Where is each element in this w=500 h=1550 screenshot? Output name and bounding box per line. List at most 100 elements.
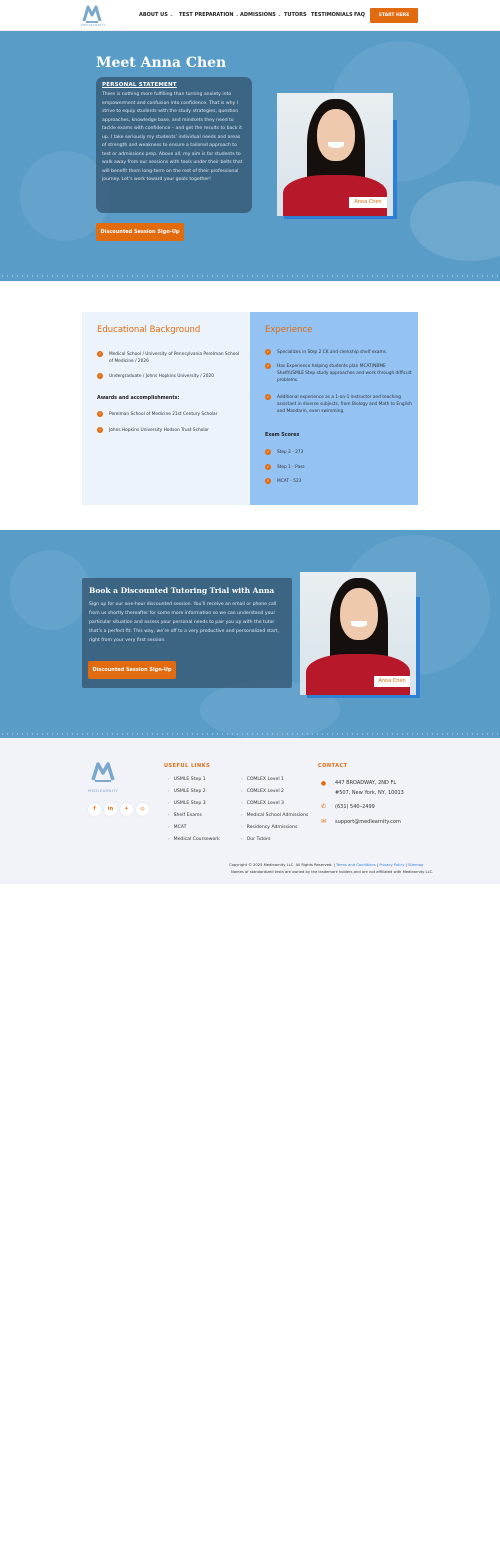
useful-links-heading: USEFUL LINKS — [164, 763, 211, 769]
education-item: Medical School / University of Pennsylva… — [109, 352, 240, 364]
nav-admissions[interactable]: ADMISSIONS ⌄ — [240, 12, 281, 18]
check-icon: ✓ — [97, 351, 103, 357]
background-decoration — [410, 181, 500, 261]
photo-face — [317, 109, 355, 161]
tutor-name-tag: Anna Chen — [349, 197, 387, 208]
link-label: Our Tutors — [246, 837, 271, 842]
footer-link[interactable]: › Residency Admissions — [241, 824, 297, 830]
copyright-line: Copyright © 2025 Medlearnity LLC. All Ri… — [229, 863, 424, 867]
footer-logo-text: MEDLEARNITY — [88, 788, 119, 793]
terms-link[interactable]: Terms and Conditions — [336, 863, 376, 867]
footer-link[interactable]: › Medical School Admissions — [241, 812, 308, 818]
experience-item: Specializes in Step 2 CK and clerkship s… — [277, 350, 388, 355]
link-label: Shelf Exams — [173, 813, 202, 818]
education-item: Undergraduate / Johns Hopkins University… — [109, 374, 214, 379]
address: 447 BROADWAY, 2ND FL #507, New York, NY,… — [335, 778, 404, 798]
chevron-right-icon: › — [241, 800, 243, 805]
check-icon: ✓ — [265, 449, 271, 455]
photo-smile — [328, 142, 344, 148]
check-icon: ✓ — [265, 464, 271, 470]
footer-link[interactable]: › Medical Coursework — [168, 836, 220, 842]
phone-icon: ✆ — [320, 803, 327, 810]
nav-tutors[interactable]: TUTORS — [284, 12, 307, 18]
nav-label: ABOUT US — [139, 12, 168, 18]
footer-link[interactable]: › COMLEX Level 3 — [241, 800, 284, 806]
link-label: MCAT — [173, 825, 187, 830]
footer-link[interactable]: › COMLEX Level 1 — [241, 776, 284, 782]
contact-heading: CONTACT — [318, 763, 348, 769]
photo-shirt — [283, 175, 387, 216]
photo-smile — [351, 621, 367, 627]
linkedin-icon[interactable]: in — [104, 803, 117, 816]
footer-link[interactable]: › USMLE Step 3 — [168, 800, 206, 806]
photo-face — [340, 588, 378, 640]
photo-shirt — [306, 654, 410, 695]
experience-panel: Experience ✓ Specializes in Step 2 CK an… — [250, 312, 418, 505]
check-icon: ✓ — [97, 411, 103, 417]
facebook-icon[interactable]: f — [88, 803, 101, 816]
privacy-link[interactable]: Privacy Policy — [379, 863, 404, 867]
footer-link[interactable]: › COMLEX Level 2 — [241, 788, 284, 794]
link-label: COMLEX Level 2 — [246, 789, 284, 794]
chevron-down-icon: ⌄ — [235, 12, 239, 17]
footer-link[interactable]: › Our Tutors — [241, 836, 270, 842]
chevron-right-icon: › — [241, 812, 243, 817]
check-icon: ✓ — [265, 349, 271, 355]
link-label: Medical School Admissions — [246, 813, 309, 818]
personal-statement-label: PERSONAL STATEMENT — [102, 82, 177, 88]
discounted-session-signup-button[interactable]: Discounted Session Sign-Up — [96, 223, 184, 241]
medlearnity-logo-icon[interactable] — [90, 760, 116, 784]
chevron-right-icon: › — [168, 824, 170, 829]
exam-scores-heading: Exam Scores — [265, 433, 300, 438]
check-icon: ✓ — [97, 427, 103, 433]
footer-link[interactable]: › USMLE Step 1 — [168, 776, 206, 782]
link-label: Residency Admissions — [246, 825, 298, 830]
copyright-text: Copyright © 2025 Medlearnity LLC. All Ri… — [229, 863, 335, 867]
site-header: MEDLEARNITY ABOUT US ⌄ TEST PREPARATION ⌄ … — [0, 0, 500, 31]
email-icon: ✉ — [320, 818, 327, 825]
education-panel: Educational Background ✓ Medical School … — [82, 312, 250, 505]
start-here-button[interactable]: START HERE — [370, 8, 418, 23]
dotted-divider — [0, 274, 500, 278]
award-item: Perelman School of Medicine 21st Century… — [109, 412, 218, 417]
discounted-session-signup-button-2[interactable]: Discounted Session Sign-Up — [88, 661, 176, 679]
chevron-right-icon: › — [168, 812, 170, 817]
tutor-name-tag: Anna Chen — [374, 676, 410, 687]
nav-about-us[interactable]: ABOUT US ⌄ — [139, 12, 173, 18]
address-line-1: 447 BROADWAY, 2ND FL — [335, 780, 397, 786]
tutor-photo-2: Anna Chen — [300, 572, 416, 695]
sitemap-link[interactable]: Sitemap — [408, 863, 423, 867]
tutor-photo: Anna Chen — [277, 93, 393, 216]
page-title: Meet Anna Chen — [96, 55, 227, 71]
personal-statement-text: There is nothing more fulfilling than tu… — [102, 92, 243, 182]
logo-text: MEDLEARNITY — [81, 23, 106, 27]
nav-test-preparation[interactable]: TEST PREPARATION ⌄ — [179, 12, 239, 18]
nav-faq[interactable]: FAQ — [354, 12, 365, 18]
chevron-right-icon: › — [168, 836, 170, 841]
nav-label: ADMISSIONS — [240, 12, 276, 18]
phone-link[interactable]: (631) 540–2499 — [335, 802, 375, 812]
book-trial-title: Book a Discounted Tutoring Trial with An… — [89, 586, 275, 595]
footer-link[interactable]: › MCAT — [168, 824, 186, 830]
check-icon: ✓ — [265, 478, 271, 484]
background-decoration — [10, 550, 90, 630]
twitter-icon[interactable]: ✦ — [120, 803, 133, 816]
book-trial-text: Sign up for our one-hour discounted sess… — [89, 602, 279, 643]
personal-statement-card: PERSONAL STATEMENT There is nothing more… — [96, 77, 252, 213]
email-link[interactable]: support@medlearnity.com — [335, 817, 401, 827]
medlearnity-logo-icon[interactable] — [82, 3, 102, 25]
nav-testimonials[interactable]: TESTIMONIALS — [311, 12, 353, 18]
footer-link[interactable]: › USMLE Step 2 — [168, 788, 206, 794]
chevron-right-icon: › — [168, 788, 170, 793]
trademark-disclaimer: Names of standardized tests are owned by… — [231, 870, 434, 874]
chevron-right-icon: › — [241, 788, 243, 793]
education-title: Educational Background — [97, 325, 201, 335]
exam-score: Step 1 - Pass — [277, 465, 305, 470]
footer-link[interactable]: › Shelf Exams — [168, 812, 202, 818]
instagram-icon[interactable]: ◎ — [136, 803, 149, 816]
check-icon: ✓ — [265, 363, 271, 369]
link-label: USMLE Step 1 — [173, 777, 206, 782]
link-label: USMLE Step 2 — [173, 789, 206, 794]
nav-label: TEST PREPARATION — [179, 12, 234, 18]
chevron-down-icon: ⌄ — [277, 12, 282, 17]
